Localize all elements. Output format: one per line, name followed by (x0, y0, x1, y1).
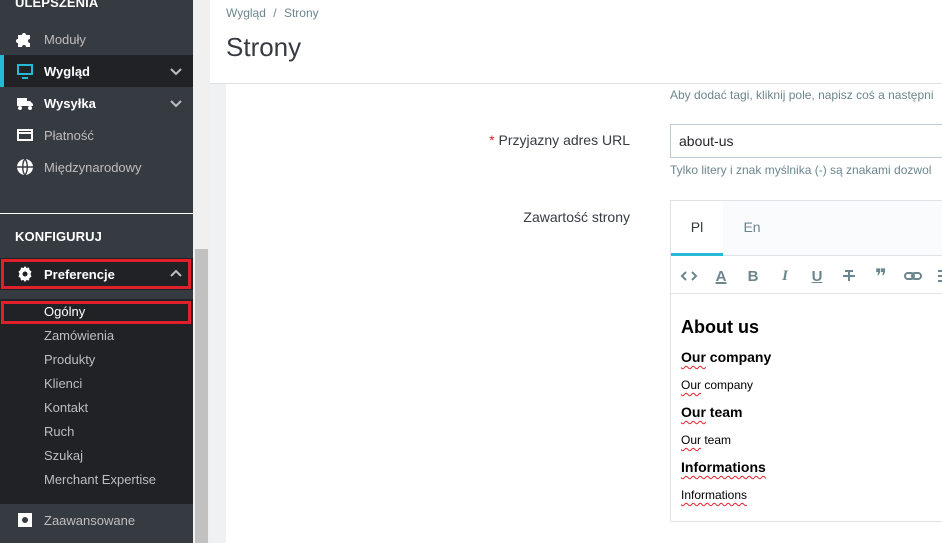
sidebar-scrollbar[interactable] (193, 0, 210, 543)
page-header: Wygląd / Strony Strony (210, 0, 942, 84)
monitor-icon (16, 62, 34, 80)
submenu-item-contact[interactable]: Kontakt (44, 400, 88, 415)
section-title-upgrades: ULEPSZENIA (15, 0, 99, 10)
submenu-item-products[interactable]: Produkty (44, 352, 95, 367)
sidebar-item-label: Wygląd (44, 63, 90, 79)
italic-icon[interactable]: I (775, 266, 795, 286)
truck-icon (16, 94, 34, 112)
sidebar-item-international[interactable]: Międzynarodowy (0, 151, 193, 183)
sidebar-item-label: Płatność (44, 127, 94, 143)
page-content-editor: Pl En A B I U ❞ About us Our company Our… (670, 200, 942, 522)
content-heading-informations[interactable]: Informations (681, 459, 766, 475)
scrollbar-thumb[interactable] (195, 249, 208, 543)
friendly-url-label-text: Przyjazny adres URL (498, 132, 631, 148)
breadcrumb-item-appearance[interactable]: Wygląd (226, 6, 266, 20)
sidebar-item-label: Wysyłka (44, 95, 96, 111)
friendly-url-input[interactable]: about-us (670, 124, 942, 158)
globe-icon (16, 158, 34, 176)
editor-toolbar: A B I U ❞ (671, 256, 942, 294)
required-marker: * (489, 132, 495, 148)
strikethrough-icon[interactable] (839, 266, 859, 286)
friendly-url-hint: Tylko litery i znak myślnika (-) są znak… (670, 163, 932, 177)
submenu-item-search[interactable]: Szukaj (44, 448, 83, 463)
content-heading-company[interactable]: Our company (681, 349, 771, 365)
gear-box-icon (16, 511, 34, 529)
sidebar-item-shipping[interactable]: Wysyłka (0, 87, 193, 119)
sidebar: ULEPSZENIA Moduły Wygląd Wysyłka Płatnoś… (0, 0, 193, 543)
content-text-informations[interactable]: Informations (681, 488, 747, 502)
page-form: Aby dodać tagi, kliknij pole, napisz coś… (226, 84, 942, 543)
content-heading-team[interactable]: Our team (681, 404, 742, 420)
underline-icon[interactable]: U (807, 266, 827, 286)
submenu-item-customers[interactable]: Klienci (44, 376, 82, 391)
content-heading-main[interactable]: About us (681, 317, 759, 338)
page-content-label: Zawartość strony (523, 209, 630, 225)
breadcrumb: Wygląd / Strony (226, 6, 319, 20)
sidebar-item-payment[interactable]: Płatność (0, 119, 193, 151)
tab-en[interactable]: En (729, 201, 775, 256)
section-title-configure: KONFIGURUJ (15, 229, 102, 244)
sidebar-item-advanced[interactable]: Zaawansowane (0, 504, 193, 536)
quote-icon[interactable]: ❞ (871, 266, 891, 288)
text-color-icon[interactable]: A (711, 266, 731, 286)
friendly-url-label: * Przyjazny adres URL (489, 132, 630, 148)
preferences-submenu: Ogólny Zamówienia Produkty Klienci Konta… (0, 299, 193, 504)
code-icon[interactable] (679, 266, 699, 286)
submenu-item-merchant-expertise[interactable]: Merchant Expertise (44, 472, 156, 487)
highlight-box-general (1, 301, 191, 324)
puzzle-icon (16, 30, 34, 48)
page-title: Strony (226, 32, 302, 62)
sidebar-item-label: Międzynarodowy (44, 159, 142, 175)
highlight-box-preferences (1, 259, 191, 289)
content-text-company[interactable]: Our company (681, 378, 753, 392)
sidebar-item-label: Zaawansowane (44, 512, 136, 528)
sidebar-divider (0, 213, 193, 214)
list-icon[interactable] (933, 266, 942, 286)
sidebar-item-modules[interactable]: Moduły (0, 23, 193, 55)
breadcrumb-separator: / (273, 6, 277, 20)
submenu-item-orders[interactable]: Zamówienia (44, 328, 114, 343)
submenu-item-traffic[interactable]: Ruch (44, 424, 74, 439)
tags-hint: Aby dodać tagi, kliknij pole, napisz coś… (670, 88, 934, 102)
bold-icon[interactable]: B (743, 266, 763, 286)
language-tabs: Pl En (671, 201, 942, 256)
chevron-down-icon (169, 96, 183, 110)
credit-card-icon (16, 126, 34, 144)
chevron-down-icon (169, 64, 183, 78)
link-icon[interactable] (903, 266, 923, 286)
sidebar-item-label: Moduły (44, 31, 86, 47)
tab-pl[interactable]: Pl (671, 201, 723, 256)
sidebar-item-appearance[interactable]: Wygląd (0, 55, 193, 87)
content-text-team[interactable]: Our team (681, 433, 731, 447)
breadcrumb-item-pages[interactable]: Strony (284, 6, 319, 20)
